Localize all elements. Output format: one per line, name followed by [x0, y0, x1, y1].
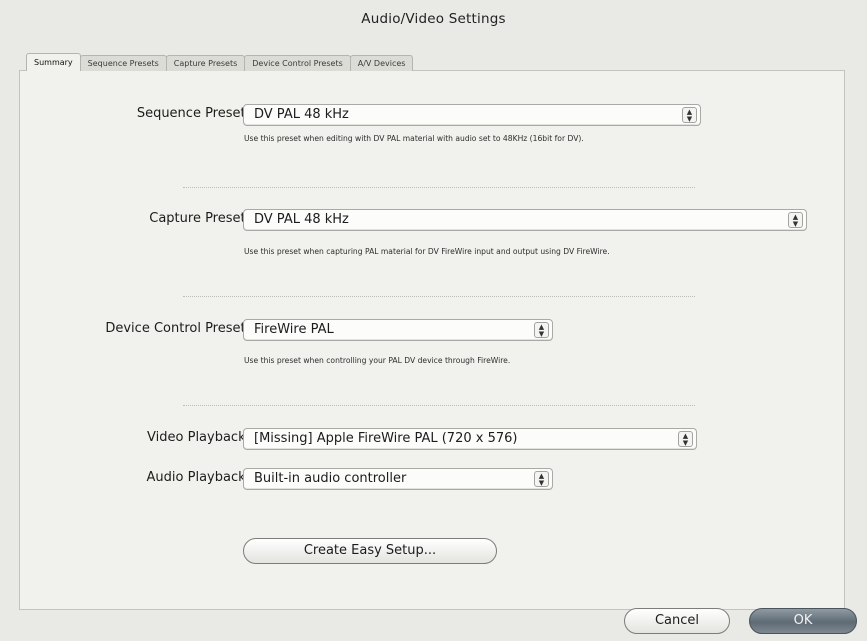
video-playback-label: Video Playback:: [147, 430, 250, 445]
audio-playback-value: Built-in audio controller: [254, 471, 407, 486]
device-control-preset-hint: Use this preset when controlling your PA…: [244, 356, 511, 365]
up-down-chevron-icon: ▲ ▼: [788, 212, 803, 228]
up-down-chevron-icon: ▲ ▼: [534, 471, 549, 487]
separator: [183, 405, 695, 406]
tab-device-control-presets[interactable]: Device Control Presets: [244, 55, 351, 71]
up-down-chevron-icon: ▲ ▼: [678, 431, 693, 447]
up-down-chevron-icon: ▲ ▼: [534, 322, 549, 338]
audio-playback-label: Audio Playback:: [146, 470, 250, 485]
up-down-chevron-icon: ▲ ▼: [682, 107, 697, 123]
capture-preset-label: Capture Preset:: [149, 211, 250, 226]
ok-button[interactable]: OK: [749, 608, 857, 634]
window-title: Audio/Video Settings: [361, 11, 506, 27]
capture-preset-hint: Use this preset when capturing PAL mater…: [244, 247, 610, 256]
video-playback-popup[interactable]: [Missing] Apple FireWire PAL (720 x 576)…: [243, 428, 697, 450]
audio-playback-popup[interactable]: Built-in audio controller ▲ ▼: [243, 468, 553, 490]
sequence-preset-hint: Use this preset when editing with DV PAL…: [244, 134, 584, 143]
sequence-preset-value: DV PAL 48 kHz: [254, 107, 349, 122]
create-easy-setup-button[interactable]: Create Easy Setup...: [243, 538, 497, 564]
capture-preset-popup[interactable]: DV PAL 48 kHz ▲ ▼: [243, 209, 807, 231]
capture-preset-value: DV PAL 48 kHz: [254, 212, 349, 227]
tab-bar: Summary Sequence Presets Capture Presets…: [26, 51, 414, 71]
separator: [183, 296, 695, 297]
device-control-preset-label: Device Control Preset:: [105, 321, 250, 336]
video-playback-value: [Missing] Apple FireWire PAL (720 x 576): [254, 431, 518, 446]
sequence-preset-popup[interactable]: DV PAL 48 kHz ▲ ▼: [243, 104, 701, 126]
tab-av-devices[interactable]: A/V Devices: [349, 55, 414, 71]
device-control-preset-popup[interactable]: FireWire PAL ▲ ▼: [243, 319, 553, 341]
cancel-button[interactable]: Cancel: [624, 608, 730, 634]
sequence-preset-label: Sequence Preset:: [136, 106, 250, 121]
separator: [183, 187, 695, 188]
tab-capture-presets[interactable]: Capture Presets: [165, 55, 246, 71]
tab-summary[interactable]: Summary: [26, 53, 81, 71]
tab-sequence-presets[interactable]: Sequence Presets: [79, 55, 167, 71]
summary-panel: Sequence Preset: DV PAL 48 kHz ▲ ▼ Use th…: [19, 70, 845, 610]
device-control-preset-value: FireWire PAL: [254, 322, 334, 337]
